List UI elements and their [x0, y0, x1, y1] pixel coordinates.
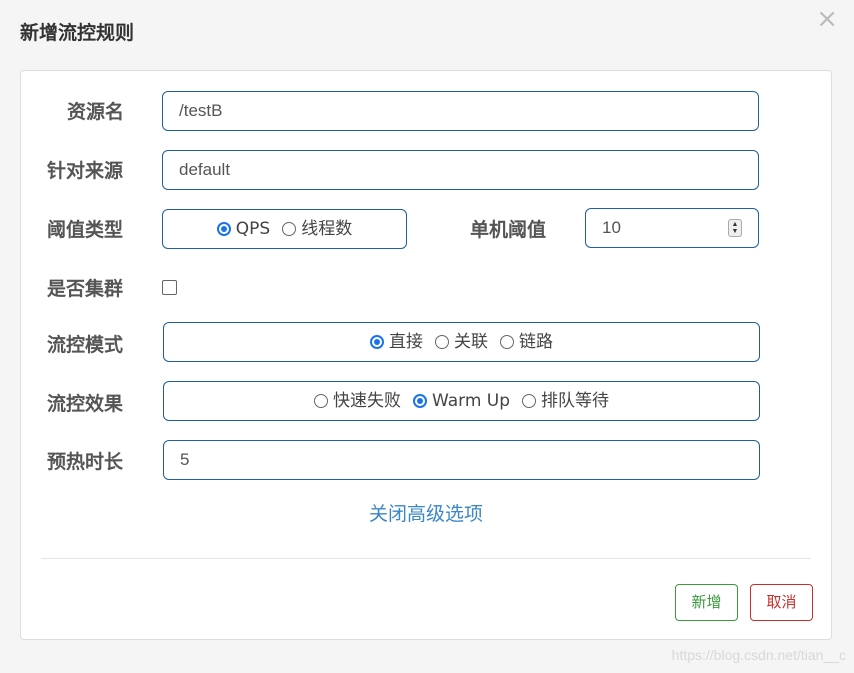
- resource-label: 资源名: [67, 101, 125, 123]
- add-button[interactable]: 新增: [675, 584, 738, 621]
- radio-label: QPS: [235, 219, 271, 239]
- source-label: 针对来源: [47, 160, 124, 182]
- spinner-down-icon[interactable]: ▼: [732, 228, 739, 235]
- radio-label: 快速失败: [332, 391, 401, 411]
- radio-queue-wait[interactable]: 排队等待: [522, 382, 609, 420]
- radio-label: 直接: [389, 332, 423, 352]
- add-flow-rule-dialog: 新增流控规则 × 资源名 /testB 针对来源 default 阈值类型 QP…: [0, 0, 854, 673]
- form-panel: 资源名 /testB 针对来源 default 阈值类型 QPS 线程数 单机阈…: [20, 70, 832, 640]
- single-threshold-input[interactable]: 10 ▲ ▼: [585, 208, 759, 248]
- close-advanced-options-link[interactable]: 关闭高级选项: [21, 499, 831, 526]
- radio-unchecked-icon: [313, 394, 328, 408]
- dialog-title: 新增流控规则: [20, 22, 135, 44]
- close-icon[interactable]: ×: [816, 4, 838, 34]
- divider: [41, 558, 811, 559]
- radio-label: Warm Up: [431, 391, 511, 411]
- warmup-label: 预热时长: [47, 451, 124, 473]
- single-threshold-label: 单机阈值: [470, 219, 547, 241]
- radio-warm-up[interactable]: Warm Up: [412, 382, 511, 420]
- source-input[interactable]: default: [162, 150, 759, 190]
- radio-associate[interactable]: 关联: [435, 323, 488, 361]
- threshold-type-label: 阈值类型: [47, 219, 124, 241]
- radio-unchecked-icon: [435, 335, 449, 349]
- radio-direct[interactable]: 直接: [370, 323, 423, 361]
- spinner-up-icon[interactable]: ▲: [732, 221, 739, 228]
- effect-label: 流控效果: [47, 393, 124, 415]
- radio-checked-icon: [216, 222, 231, 236]
- spinner-icon[interactable]: ▲ ▼: [728, 219, 742, 237]
- cluster-label: 是否集群: [47, 278, 124, 300]
- threshold-type-group: QPS 线程数: [162, 209, 407, 249]
- cancel-button[interactable]: 取消: [750, 584, 813, 621]
- mode-label: 流控模式: [47, 334, 124, 356]
- radio-label: 线程数: [301, 219, 353, 239]
- radio-label: 排队等待: [541, 391, 610, 411]
- radio-checked-icon: [412, 394, 427, 408]
- cluster-checkbox[interactable]: [162, 280, 177, 295]
- single-threshold-value: 10: [602, 218, 621, 237]
- radio-unchecked-icon: [500, 335, 514, 349]
- resource-input[interactable]: /testB: [162, 91, 759, 131]
- radio-unchecked-icon: [522, 394, 537, 408]
- radio-label: 关联: [454, 332, 488, 352]
- effect-group: 快速失败 Warm Up 排队等待: [163, 381, 760, 421]
- radio-fail-fast[interactable]: 快速失败: [313, 382, 401, 420]
- radio-checked-icon: [370, 335, 384, 349]
- radio-unchecked-icon: [282, 222, 297, 236]
- radio-label: 链路: [519, 332, 553, 352]
- warmup-input[interactable]: 5: [163, 440, 760, 480]
- radio-chain[interactable]: 链路: [500, 323, 553, 361]
- radio-qps[interactable]: QPS: [216, 210, 271, 248]
- watermark: https://blog.csdn.net/tian__c: [671, 647, 846, 663]
- radio-thread-count[interactable]: 线程数: [282, 210, 352, 248]
- mode-group: 直接 关联 链路: [163, 322, 760, 362]
